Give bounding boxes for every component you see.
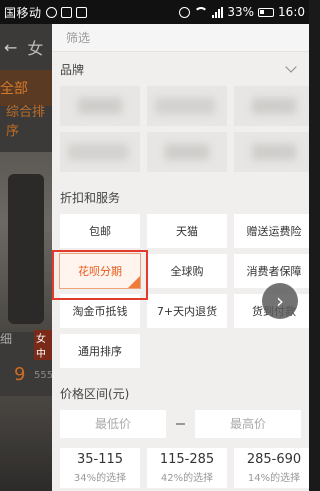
max-price-input[interactable] — [195, 410, 301, 438]
range-value: 35-115 — [76, 452, 124, 467]
search-query[interactable]: 女 — [27, 35, 43, 59]
price-inputs — [52, 410, 309, 438]
brand-label: 品牌 — [60, 62, 85, 77]
clock: 16:0 — [278, 5, 305, 19]
battery-percent: 33% — [227, 5, 255, 19]
range-value: 115-285 — [159, 452, 215, 467]
carrier-label: 国移动 — [4, 5, 42, 20]
brand-grid — [52, 86, 309, 172]
product-title: 细 — [0, 332, 13, 346]
chevron-right-icon: › — [276, 289, 284, 313]
option-tmall[interactable]: 天猫 — [147, 214, 227, 248]
brand-option[interactable] — [60, 132, 140, 172]
blurred-brand-logo — [252, 98, 296, 114]
product-badge: 女中 — [34, 330, 52, 360]
option-general-sort[interactable]: 通用排序 — [60, 334, 140, 368]
range-percent: 14%的选择 — [247, 473, 301, 484]
product-coat-image — [8, 174, 44, 324]
blurred-brand-logo — [165, 144, 209, 160]
status-bar: 国移动 33% 16:0 — [0, 0, 309, 24]
alarm-icon — [45, 6, 57, 18]
background-header: ← 女 — [0, 24, 52, 70]
next-page-button[interactable]: › — [262, 283, 298, 319]
signal-icon — [212, 6, 224, 18]
option-7day-return[interactable]: 7+天内退货 — [147, 294, 227, 328]
range-percent: 34%的选择 — [73, 473, 127, 484]
option-global[interactable]: 全球购 — [147, 254, 227, 288]
background-search-results: ← 女 全部 综合排序 细 女中 9 555 — [0, 24, 52, 491]
notification-icon — [60, 6, 72, 18]
product-sales: 555 — [34, 370, 52, 381]
min-price-input[interactable] — [60, 410, 166, 438]
price-range-option[interactable]: 285-690 14%的选择 — [234, 448, 309, 488]
blurred-brand-logo — [78, 98, 122, 114]
price-range-option[interactable]: 35-115 34%的选择 — [60, 448, 140, 488]
drawer-title: 筛选 — [52, 24, 309, 52]
blurred-brand-logo — [68, 144, 128, 160]
option-shipping-insurance[interactable]: 赠送运费险 — [234, 214, 309, 248]
wifi-icon — [194, 7, 209, 17]
services-section-header: 折扣和服务 — [52, 180, 309, 214]
option-free-shipping[interactable]: 包邮 — [60, 214, 140, 248]
services-label: 折扣和服务 — [60, 190, 121, 205]
blurred-brand-logo — [252, 144, 296, 160]
brand-option[interactable] — [147, 132, 227, 172]
image-icon — [75, 6, 87, 18]
product-image-2[interactable] — [0, 396, 52, 491]
product-price: 9 — [14, 364, 26, 385]
blurred-brand-logo — [155, 98, 215, 114]
brand-option[interactable] — [234, 132, 309, 172]
price-label: 价格区间(元) — [60, 386, 130, 401]
battery-icon — [258, 7, 275, 17]
brand-section-header[interactable]: 品牌 — [52, 52, 309, 86]
tab-sort[interactable]: 综合排序 — [0, 105, 52, 139]
price-range-grid: 35-115 34%的选择 115-285 42%的选择 285-690 14%… — [52, 448, 309, 488]
price-section-header: 价格区间(元) — [52, 376, 309, 410]
option-consumer-protection[interactable]: 消费者保障 — [234, 254, 309, 288]
back-arrow-icon[interactable]: ← — [4, 38, 17, 57]
brand-option[interactable] — [60, 86, 140, 126]
range-value: 285-690 — [246, 452, 302, 467]
brand-option[interactable] — [147, 86, 227, 126]
range-percent: 42%的选择 — [160, 473, 214, 484]
vibrate-icon — [179, 6, 191, 18]
price-range-option[interactable]: 115-285 42%的选择 — [147, 448, 227, 488]
range-dash — [176, 423, 185, 425]
option-taojinbi[interactable]: 淘金币抵钱 — [60, 294, 140, 328]
chevron-down-icon[interactable] — [285, 61, 297, 73]
brand-option[interactable] — [234, 86, 309, 126]
filter-drawer: 筛选 品牌 折扣和服务 包邮 天猫 赠送运费险 花呗分期 全球购 消费者保障 淘… — [52, 24, 309, 491]
option-huabei-installment[interactable]: 花呗分期 — [59, 253, 141, 289]
